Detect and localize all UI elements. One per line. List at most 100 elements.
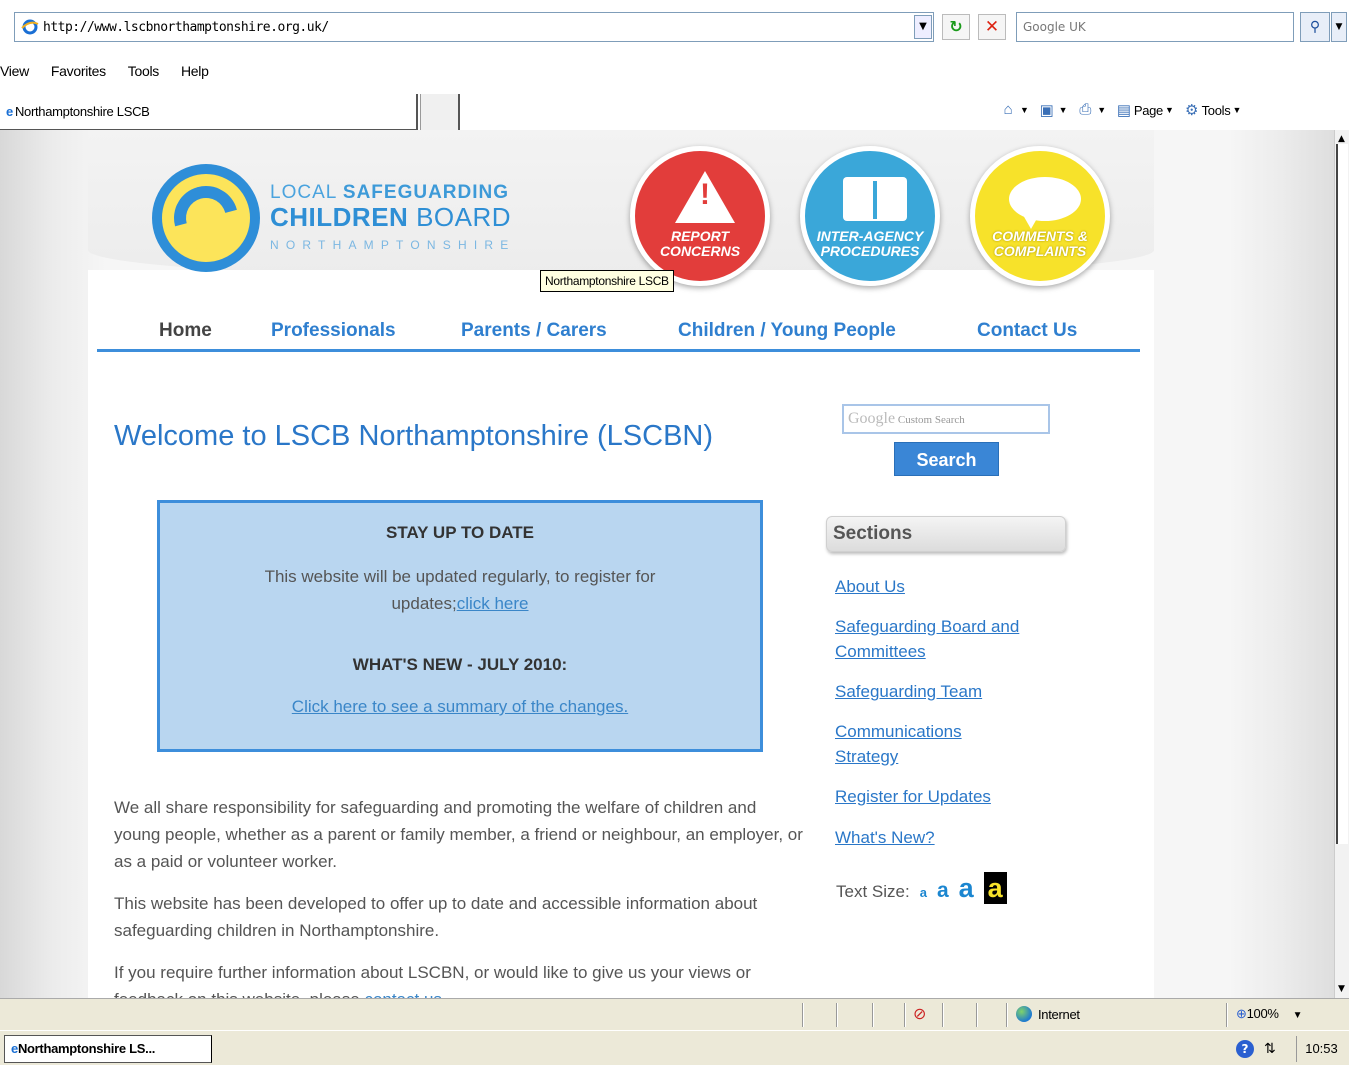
status-divider <box>1226 1003 1228 1027</box>
google-logo: Google <box>848 410 896 427</box>
url-text: http://www.lscbnorthamptonshire.org.uk/ <box>43 19 329 35</box>
tab-title: Northamptonshire LSCB <box>14 104 150 119</box>
browser-search-input[interactable]: Google UK <box>1016 12 1294 42</box>
lscb-logo-icon[interactable] <box>152 164 260 272</box>
status-divider <box>1006 1003 1008 1027</box>
nav-professionals[interactable]: Professionals <box>271 320 396 342</box>
vertical-scrollbar[interactable]: ▲ ▼ <box>1334 130 1349 998</box>
logo-line1: LOCAL SAFEGUARDING <box>270 182 510 203</box>
home-dropdown-icon[interactable]: ▼ <box>1020 105 1029 115</box>
inter-agency-procedures-button[interactable]: INTER-AGENCY PROCEDURES <box>800 146 940 286</box>
report-concerns-button[interactable]: ! REPORT CONCERNS <box>630 146 770 286</box>
tools-menu-button[interactable]: Tools <box>1202 103 1231 118</box>
tab-active[interactable]: e Northamptonshire LSCB <box>0 94 418 130</box>
feeds-icon[interactable]: ▣ <box>1037 101 1057 119</box>
section-link-whats-new[interactable]: What's New? <box>835 825 1075 850</box>
zoom-control[interactable]: ⊕100% ▼ <box>1236 1006 1303 1022</box>
sections-heading: Sections <box>826 516 1066 552</box>
report-concerns-label: REPORT CONCERNS <box>659 228 741 259</box>
menu-tools[interactable]: Tools <box>128 63 159 79</box>
status-divider <box>836 1003 838 1027</box>
menu-view[interactable]: View <box>0 63 29 79</box>
book-icon <box>843 177 907 221</box>
popup-blocker-icon[interactable]: ⊘ <box>913 1004 926 1024</box>
help-icon[interactable]: ? <box>1236 1040 1254 1058</box>
page-menu-button[interactable]: Page <box>1134 103 1163 118</box>
custom-search-input[interactable]: Google Custom Search <box>842 404 1050 434</box>
text-size-high-contrast-button[interactable]: a <box>983 872 1007 904</box>
search-button[interactable]: Search <box>894 442 999 476</box>
status-bar: ⊘ Internet ⊕100% ▼ <box>0 998 1349 1030</box>
print-icon[interactable]: ⎙ <box>1075 101 1095 119</box>
section-link-register-updates[interactable]: Register for Updates <box>835 784 1075 809</box>
main-nav: Home Professionals Parents / Carers Chil… <box>97 312 1140 352</box>
security-zone: Internet <box>1016 1006 1080 1022</box>
menu-bar: View Favorites Tools Help <box>0 56 1349 86</box>
scrollbar-thumb[interactable] <box>1336 144 1348 844</box>
gear-icon: ⚙ <box>1185 102 1199 119</box>
section-link-about-us[interactable]: About Us <box>835 574 1075 599</box>
ie-page-icon: e <box>6 104 13 119</box>
about-site-paragraph: This website has been developed to offer… <box>114 894 758 940</box>
tools-dropdown-icon[interactable]: ▼ <box>1232 105 1241 115</box>
text-size-large-button[interactable]: a <box>959 873 974 904</box>
text-size-small-button[interactable]: a <box>920 885 927 900</box>
address-bar-row: http://www.lscbnorthamptonshire.org.uk/ … <box>0 0 1349 54</box>
tab-row: e Northamptonshire LSCB ⌂ ▼ ▣ ▼ ⎙ ▼ ▤ Page ▼… <box>0 92 1349 130</box>
zoom-icon: ⊕ <box>1236 1006 1247 1021</box>
refresh-icon[interactable]: ↻ <box>942 14 970 40</box>
network-icon[interactable]: ⇅ <box>1264 1041 1276 1057</box>
status-divider <box>976 1003 978 1027</box>
search-placeholder: Custom Search <box>897 414 965 426</box>
inter-agency-procedures-label: INTER-AGENCY PROCEDURES <box>816 228 924 259</box>
menu-help[interactable]: Help <box>181 63 209 79</box>
whats-new-title: WHAT'S NEW - JULY 2010: <box>352 655 568 674</box>
home-icon[interactable]: ⌂ <box>998 101 1018 119</box>
status-divider <box>942 1003 944 1027</box>
tooltip: Northamptonshire LSCB <box>540 270 674 292</box>
taskbar-window-button[interactable]: eNorthamptonshire LS... <box>4 1035 212 1063</box>
summary-of-changes-link[interactable]: Click here to see a summary of the chang… <box>160 697 760 717</box>
search-icon[interactable]: ⚲ <box>1300 12 1330 42</box>
page-viewport: LOCAL SAFEGUARDING CHILDREN BOARD NORTHA… <box>0 130 1334 998</box>
comments-complaints-button[interactable]: COMMENTS & COMPLAINTS <box>970 146 1110 286</box>
new-tab-button[interactable] <box>420 94 460 130</box>
nav-parents-carers[interactable]: Parents / Carers <box>461 320 607 342</box>
page-icon: ▤ <box>1116 102 1131 119</box>
print-dropdown-icon[interactable]: ▼ <box>1097 105 1106 115</box>
update-box: STAY UP TO DATE This website will be upd… <box>157 500 763 752</box>
command-bar: ⌂ ▼ ▣ ▼ ⎙ ▼ ▤ Page ▼ ⚙ Tools ▼ <box>998 96 1348 124</box>
comments-complaints-label: COMMENTS & COMPLAINTS <box>992 228 1088 259</box>
speech-bubble-icon <box>1009 177 1081 229</box>
text-size-label: Text Size: <box>836 882 910 901</box>
nav-children-young-people[interactable]: Children / Young People <box>678 320 896 342</box>
taskbar: eNorthamptonshire LS... ? ⇅ 10:53 <box>0 1030 1349 1065</box>
nav-contact-us[interactable]: Contact Us <box>977 320 1077 342</box>
feeds-dropdown-icon[interactable]: ▼ <box>1059 105 1068 115</box>
address-dropdown-button[interactable]: ▼ <box>914 15 932 39</box>
zoom-level: 100% <box>1246 1006 1279 1021</box>
text-size-medium-button[interactable]: a <box>937 879 949 903</box>
section-link-safeguarding-team[interactable]: Safeguarding Team <box>835 679 1075 704</box>
page-title: Welcome to LSCB Northamptonshire (LSCBN) <box>114 420 714 452</box>
section-link-safeguarding-board[interactable]: Safeguarding Board and Committees <box>835 614 1065 664</box>
scroll-down-icon[interactable]: ▼ <box>1338 984 1345 994</box>
register-click-here-link[interactable]: click here <box>457 594 529 613</box>
zoom-dropdown-icon[interactable]: ▼ <box>1293 1010 1303 1021</box>
section-link-communications-strategy[interactable]: Communications Strategy <box>835 719 995 769</box>
globe-icon <box>1016 1006 1032 1022</box>
address-bar[interactable]: http://www.lscbnorthamptonshire.org.uk/ <box>14 12 934 42</box>
menu-favorites[interactable]: Favorites <box>51 63 106 79</box>
intro-paragraph: We all share responsibility for safeguar… <box>114 798 803 871</box>
contact-us-link[interactable]: contact us <box>364 990 442 998</box>
status-divider <box>904 1003 906 1027</box>
page-dropdown-icon[interactable]: ▼ <box>1165 105 1174 115</box>
contact-paragraph: If you require further information about… <box>114 959 804 998</box>
status-divider <box>872 1003 874 1027</box>
nav-home[interactable]: Home <box>159 320 212 342</box>
ie-logo-icon <box>21 19 39 35</box>
search-options-dropdown[interactable]: ▼ <box>1331 12 1347 42</box>
scroll-up-icon[interactable]: ▲ <box>1338 134 1345 144</box>
text-size-control: Text Size: a a a a <box>836 872 1007 904</box>
stop-icon[interactable]: ✕ <box>978 14 1006 40</box>
